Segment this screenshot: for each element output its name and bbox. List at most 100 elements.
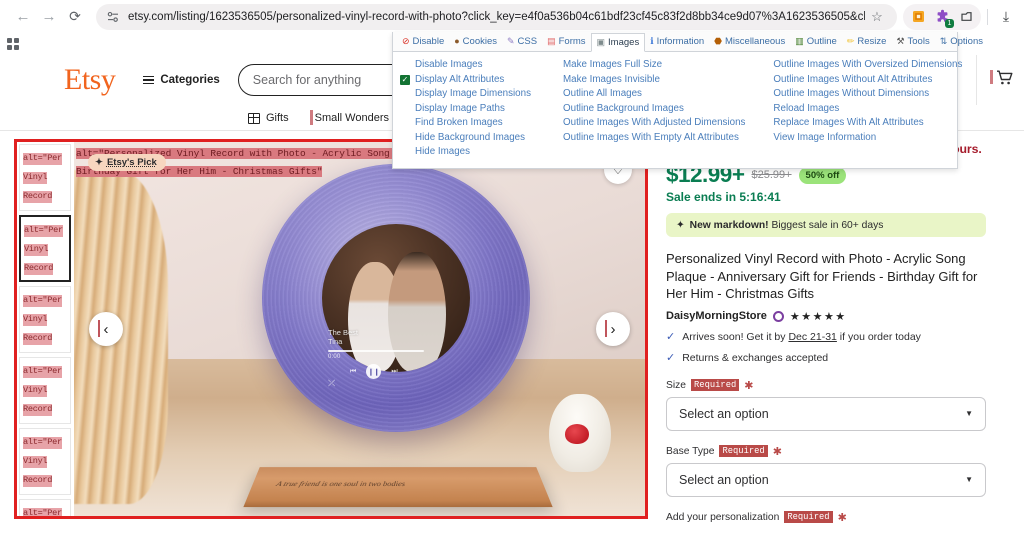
etsy-logo[interactable]: Etsy [64, 65, 116, 95]
webdev-menu-item[interactable]: Hide Images [399, 145, 535, 160]
bookmark-star-icon[interactable]: ☆ [865, 9, 889, 25]
thumbnail-item[interactable]: alt="Per Vinyl Record [19, 286, 71, 353]
webdev-menu-item[interactable]: Disable Images [399, 58, 535, 73]
base-type-select[interactable]: Select an option ▼ [666, 462, 986, 497]
shipping-pre-text: Arrives soon! Get it by [682, 330, 789, 343]
extension-icon-puzzle[interactable]: 1 [930, 6, 954, 28]
shop-name[interactable]: DaisyMorningStore [666, 310, 767, 322]
webdev-tab-forms[interactable]: ▤ Forms [542, 32, 590, 51]
header-divider [976, 55, 977, 105]
categories-label: Categories [160, 74, 220, 86]
webdev-tab-css[interactable]: ✎ CSS [502, 32, 542, 51]
webdev-tab-strip: ⊘ Disable ● Cookies ✎ CSS ▤ Forms ▣ Images ℹ Inform… [393, 32, 983, 52]
webdev-tab-label: Resize [857, 36, 887, 47]
toolbar-divider [987, 8, 988, 25]
webdev-menu-item[interactable]: View Image Information [757, 131, 962, 146]
rating-stars[interactable]: ★★★★★ [790, 310, 847, 323]
thumbnail-item[interactable]: alt="Per Vinyl Record [19, 357, 71, 424]
required-star: ✱ [744, 379, 754, 392]
webdev-tab-information[interactable]: ℹ Information [645, 32, 709, 51]
webdev-menu-item[interactable]: Make Images Invisible [547, 73, 745, 88]
thumbnail-item[interactable]: alt="Per Vinyl Record [19, 499, 71, 516]
player-song-title: The Best [328, 328, 359, 337]
subnav-item-small-wonders[interactable]: Small Wonders [309, 110, 389, 125]
images-icon: ▣ [596, 36, 606, 47]
alt-attribute-line: Record [23, 404, 53, 416]
webdev-menu-item[interactable]: Outline Images With Oversized Dimensions [757, 58, 962, 73]
webdev-tab-miscellaneous[interactable]: ⬣ Miscellaneous [709, 32, 790, 51]
hero-image[interactable]: The Best Tina 0:00 ⏮ ❙❙ ⏭ ⤫ A true frien… [74, 142, 645, 516]
webdev-images-menu: Disable Images ✓ Display Alt Attributes Dis… [393, 52, 962, 168]
back-button[interactable]: ← [10, 4, 36, 30]
webdev-menu-item[interactable]: Outline Images With Adjusted Dimensions [547, 116, 745, 131]
webdev-tab-outline[interactable]: ▥ Outline [790, 32, 842, 51]
webdev-tab-tools[interactable]: ⚒ Tools [891, 32, 934, 51]
subnav-item-gifts[interactable]: Gifts [248, 112, 289, 124]
apps-grid-icon[interactable] [5, 36, 21, 52]
webdev-menu-item[interactable]: Make Images Full Size [547, 58, 745, 73]
webdev-menu-item[interactable]: Outline Images Without Dimensions [757, 87, 962, 102]
webdev-tab-label: Cookies [462, 36, 497, 47]
webdev-menu-item[interactable]: Display Image Paths [399, 102, 535, 117]
field-label-text: Size [666, 379, 687, 391]
player-next-icon: ⏭ [391, 367, 398, 375]
delivery-date-link[interactable]: Dec 21-31 [788, 331, 836, 343]
webdev-menu-item[interactable]: Find Broken Images [399, 116, 535, 131]
site-settings-icon[interactable] [106, 10, 120, 24]
etsys-pick-badge[interactable]: ✦ Etsy's Pick [88, 154, 166, 171]
webdev-tab-images[interactable]: ▣ Images [590, 32, 646, 52]
webdev-menu-item[interactable]: Outline Images With Empty Alt Attributes [547, 131, 745, 146]
webdev-menu-item-label: Disable Images [415, 59, 483, 70]
webdev-tab-cookies[interactable]: ● Cookies [449, 32, 502, 51]
markdown-subtext: Biggest sale in 60+ days [771, 219, 884, 231]
webdev-menu-item[interactable]: ✓ Display Alt Attributes [399, 73, 535, 88]
extension-icon-orange[interactable] [906, 6, 930, 28]
subnav-label: Gifts [266, 112, 289, 124]
forward-button[interactable]: → [36, 4, 62, 30]
webdev-menu-item-label: Outline All Images [563, 88, 642, 99]
webdev-menu-item[interactable]: Outline All Images [547, 87, 745, 102]
browser-toolbar: ← → ⟳ etsy.com/listing/1623536505/person… [0, 0, 1024, 33]
webdev-tab-label: Outline [806, 36, 837, 47]
webdev-menu-item-label: Display Image Dimensions [415, 88, 531, 99]
etsys-pick-label: Etsy's Pick [106, 157, 157, 168]
cart-icon[interactable] [990, 69, 1014, 92]
webdev-tab-resize[interactable]: ✏ Resize [842, 32, 892, 51]
thumbnail-column[interactable]: alt="Per Vinyl Record alt="Per Vinyl Rec… [17, 142, 74, 516]
webdev-menu-item[interactable]: Display Image Dimensions [399, 87, 535, 102]
webdev-menu-item[interactable]: Reload Images [757, 102, 962, 117]
thumbnail-item[interactable]: alt="Per Vinyl Record [19, 428, 71, 495]
wooden-base-object: A true friend is one soul in two bodies [243, 467, 553, 508]
tools-icon: ⚒ [896, 36, 905, 46]
extension-group: 1 [903, 3, 981, 30]
checkmark-icon: ✓ [400, 74, 410, 85]
webdev-menu-item[interactable]: Replace Images With Alt Attributes [757, 116, 962, 131]
webdev-menu-item-label: Display Alt Attributes [415, 73, 505, 85]
disable-icon: ⊘ [402, 36, 410, 46]
webdev-menu-item-label: View Image Information [773, 131, 877, 143]
gallery-prev-button[interactable]: ‹ [89, 312, 123, 346]
categories-button[interactable]: Categories [143, 74, 220, 86]
player-shuffle-icon: ⤫ [328, 378, 336, 388]
shop-row[interactable]: DaisyMorningStore ★★★★★ [666, 310, 986, 323]
address-bar[interactable]: etsy.com/listing/1623536505/personalized… [96, 3, 897, 30]
thumbnail-item[interactable]: alt="Per Vinyl Record [19, 144, 71, 211]
alt-attribute-line: alt="Per [23, 508, 62, 516]
reload-button[interactable]: ⟳ [62, 4, 88, 30]
size-select[interactable]: Select an option ▼ [666, 396, 986, 431]
webdev-menu-item-label: Outline Images With Oversized Dimensions [773, 59, 963, 70]
player-controls: ⏮ ❙❙ ⏭ [350, 364, 398, 379]
webdev-menu-item[interactable]: Outline Background Images [547, 102, 745, 117]
webdev-tab-options[interactable]: ⇅ Options [935, 32, 988, 51]
webdev-menu-item-label: Reload Images [773, 102, 840, 114]
alt-attribute-line: alt="Per [23, 437, 62, 449]
webdev-menu-item[interactable]: Outline Images Without Alt Attributes [757, 73, 962, 88]
extension-icon-tab[interactable] [954, 6, 978, 28]
downloads-icon[interactable]: ⤓ [992, 8, 1020, 25]
webdev-menu-item[interactable]: Hide Background Images [399, 131, 535, 146]
extension-badge-count: 1 [945, 18, 954, 28]
thumbnail-item-selected[interactable]: alt="Per Vinyl Record [19, 215, 71, 282]
webdev-tab-disable[interactable]: ⊘ Disable [397, 32, 449, 51]
gallery-next-button[interactable]: › [596, 312, 630, 346]
hamburger-icon [143, 75, 155, 85]
